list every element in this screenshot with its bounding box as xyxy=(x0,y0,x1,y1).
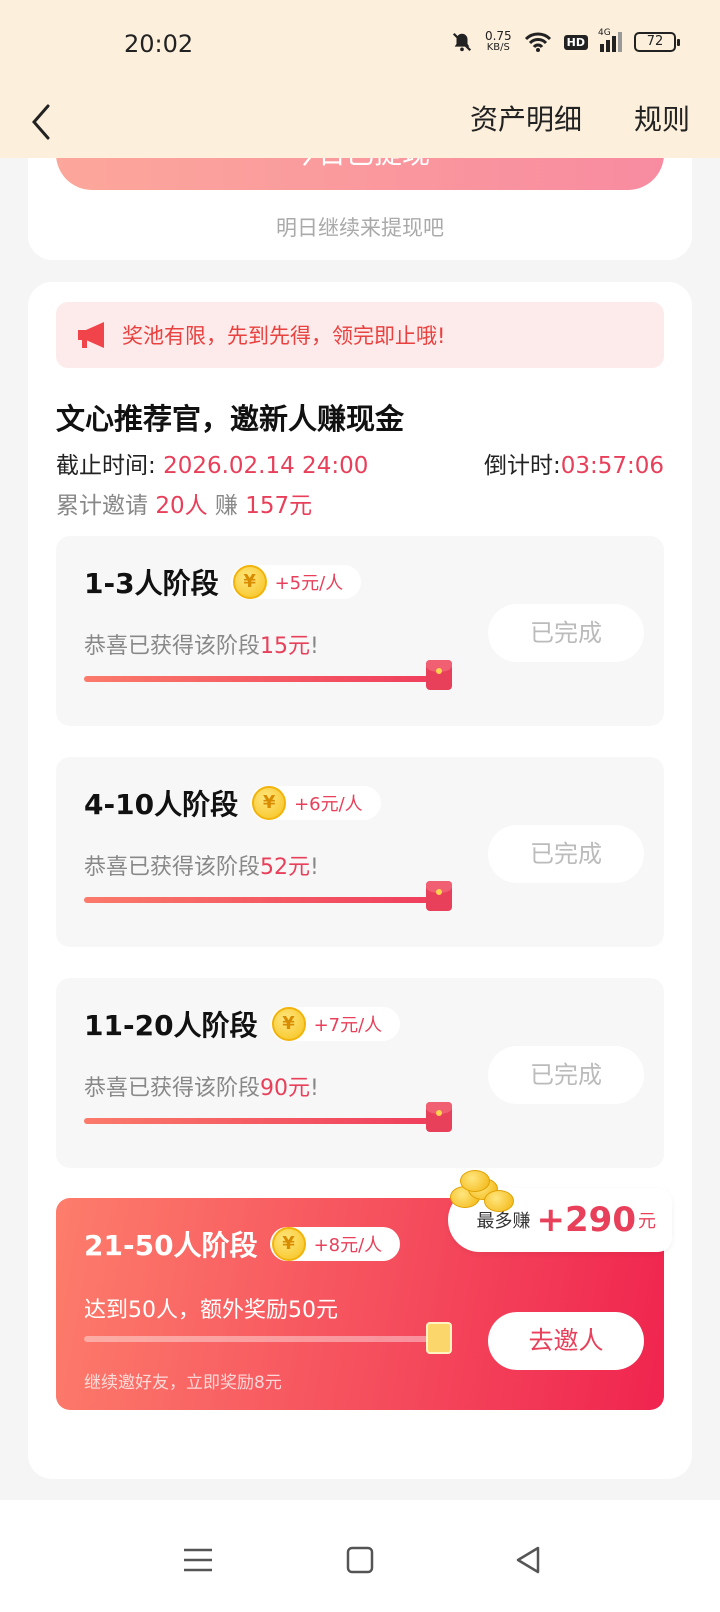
withdraw-button[interactable]: 今日已提现 xyxy=(56,158,664,190)
active-stage-desc: 达到50人，额外奖励50元 xyxy=(84,1298,338,1323)
coin-icon: ¥ xyxy=(232,565,267,599)
stage-card: 4-10人阶段 ¥ +6元/人 恭喜已获得该阶段52元! 已完成 xyxy=(56,757,664,947)
nav-bar: 资产明细 规则 xyxy=(0,92,720,158)
red-packet-icon xyxy=(426,881,452,911)
rate-pill: ¥ +5元/人 xyxy=(230,565,362,599)
stage-desc: 恭喜已获得该阶段90元! xyxy=(84,1076,319,1101)
rate-text: +6元/人 xyxy=(294,794,363,815)
stage-desc: 恭喜已获得该阶段15元! xyxy=(84,634,319,659)
stage-desc: 恭喜已获得该阶段52元! xyxy=(84,855,319,880)
stage-card: 1-3人阶段 ¥ +5元/人 恭喜已获得该阶段15元! 已完成 xyxy=(56,536,664,726)
deadline-row: 截止时间: 2026.02.14 24:00 倒计时:03:57:06 xyxy=(56,446,664,480)
coins-pile-icon xyxy=(446,1170,516,1216)
stage-title: 4-10人阶段 xyxy=(84,788,239,821)
bell-off-icon xyxy=(452,32,471,52)
stage-title: 1-3人阶段 xyxy=(84,567,219,600)
stage-title: 21-50人阶段 xyxy=(84,1229,258,1262)
coin-icon: ¥ xyxy=(271,1007,306,1041)
notice-banner: 奖池有限，先到先得，领完即止哦! xyxy=(56,302,664,368)
stage-amount: 15元 xyxy=(260,634,311,659)
coin-icon: ¥ xyxy=(252,786,287,820)
battery-icon: 72 xyxy=(634,32,680,52)
status-bar: 20:02 0.75 KB/S HD 4G 72 xyxy=(0,0,720,92)
invite-button[interactable]: 去邀人 xyxy=(488,1312,644,1370)
stage-amount: 52元 xyxy=(260,855,311,880)
gift-icon xyxy=(426,1322,452,1354)
asset-detail-link[interactable]: 资产明细 xyxy=(470,98,582,138)
completed-button[interactable]: 已完成 xyxy=(488,604,644,662)
deadline-label: 截止时间: xyxy=(56,453,156,479)
max-earn-value: +290 xyxy=(536,1200,636,1240)
back-button[interactable] xyxy=(26,100,66,144)
earned-value: 157元 xyxy=(245,493,313,519)
progress-bar xyxy=(84,1118,434,1124)
completed-button[interactable]: 已完成 xyxy=(488,1046,644,1104)
rate-text: +5元/人 xyxy=(274,573,344,594)
progress-bar xyxy=(84,897,434,903)
coin-icon: ¥ xyxy=(271,1227,306,1261)
red-packet-icon xyxy=(426,1102,452,1132)
withdraw-hint: 明日继续来提现吧 xyxy=(276,216,444,240)
megaphone-icon xyxy=(78,322,104,348)
status-icons: 0.75 KB/S HD 4G 72 xyxy=(451,28,680,54)
withdraw-card: 今日已提现 明日继续来提现吧 xyxy=(28,158,692,260)
countdown-value: 03:57:06 xyxy=(560,453,664,479)
progress-bar xyxy=(84,676,434,682)
campaign-title: 文心推荐官，邀新人赚现金 xyxy=(56,402,405,436)
rate-pill: ¥ +7元/人 xyxy=(269,1007,401,1041)
earned-label: 赚 xyxy=(214,493,238,519)
network-label: 4G xyxy=(598,28,611,38)
rules-link[interactable]: 规则 xyxy=(634,98,690,138)
rate-pill: ¥ +6元/人 xyxy=(250,786,381,820)
invited-count: 20人 xyxy=(155,493,208,519)
countdown-label: 倒计时: xyxy=(483,453,561,479)
active-stage-hint: 继续邀好友，立即奖励8元 xyxy=(84,1373,282,1393)
notice-text: 奖池有限，先到先得，领完即止哦! xyxy=(122,324,446,348)
stage-title: 11-20人阶段 xyxy=(84,1009,258,1042)
home-icon[interactable] xyxy=(340,1540,380,1580)
signal-icon: 4G xyxy=(598,28,622,52)
invite-campaign-card: 奖池有限，先到先得，领完即止哦! 文心推荐官，邀新人赚现金 截止时间: 2026… xyxy=(28,282,692,1479)
stage-card: 11-20人阶段 ¥ +7元/人 恭喜已获得该阶段90元! 已完成 xyxy=(56,978,664,1168)
chevron-left-icon xyxy=(32,104,50,140)
status-time: 20:02 xyxy=(124,30,194,58)
rate-text: +7元/人 xyxy=(313,1015,383,1036)
wifi-icon xyxy=(524,32,551,52)
back-triangle-icon[interactable] xyxy=(508,1540,548,1580)
red-packet-icon xyxy=(426,660,452,690)
system-nav-bar xyxy=(0,1500,720,1612)
hd-badge: HD xyxy=(563,34,588,50)
net-speed: 0.75 KB/S xyxy=(484,29,512,53)
rate-pill: ¥ +8元/人 xyxy=(269,1227,401,1261)
active-stage-card: 最多赚 +290 元 21-50人阶段 ¥ +8元/人 达到50人，额外奖励50元… xyxy=(56,1170,672,1410)
rate-text: +8元/人 xyxy=(313,1235,383,1256)
max-earn-unit: 元 xyxy=(638,1211,656,1232)
invite-summary: 累计邀请 20人 赚 157元 xyxy=(56,486,312,520)
invited-label: 累计邀请 xyxy=(56,493,148,519)
completed-button[interactable]: 已完成 xyxy=(488,825,644,883)
stage-amount: 90元 xyxy=(260,1076,311,1101)
deadline-value: 2026.02.14 24:00 xyxy=(163,453,369,479)
progress-bar xyxy=(84,1336,434,1342)
menu-icon[interactable] xyxy=(178,1540,218,1580)
